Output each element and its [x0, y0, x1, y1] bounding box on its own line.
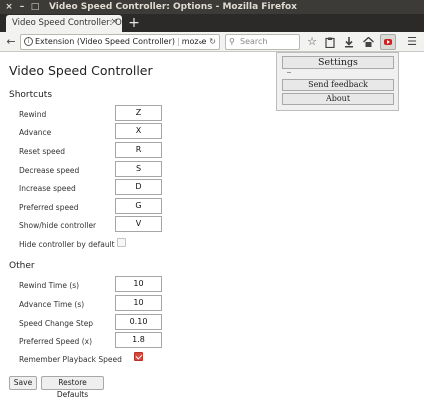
- back-icon[interactable]: ←: [3, 34, 19, 50]
- preferred-speed-input[interactable]: 1.8: [115, 332, 162, 348]
- hide-controller-label: Hide controller by default: [19, 240, 115, 249]
- extension-logo-icon: [384, 39, 392, 45]
- extension-popup: Settings Send feedback About: [276, 52, 399, 111]
- chevron-down-icon[interactable]: ⌄: [197, 35, 204, 49]
- search-placeholder: Search: [240, 37, 268, 46]
- tab-strip: Video Speed Controller: O × +: [0, 14, 424, 32]
- search-icon: ⚲: [229, 37, 235, 46]
- remember-speed-checkbox[interactable]: [134, 352, 143, 361]
- clipboard-icon[interactable]: [322, 34, 338, 50]
- bookmark-star-icon[interactable]: ☆: [304, 34, 320, 50]
- window-maximize-button[interactable]: □: [30, 2, 40, 12]
- home-icon[interactable]: [360, 34, 376, 50]
- shortcut-label-decrease: Decrease speed: [19, 166, 80, 175]
- preferred-speed-label: Preferred Speed (x): [19, 337, 92, 346]
- shortcut-key-decrease[interactable]: S: [115, 161, 162, 177]
- shortcut-key-rewind[interactable]: Z: [115, 105, 162, 121]
- advance-time-input[interactable]: 10: [115, 295, 162, 311]
- shortcut-key-show-hide[interactable]: V: [115, 216, 162, 232]
- download-icon[interactable]: [341, 34, 357, 50]
- window-titlebar: × – □ Video Speed Controller: Options - …: [0, 0, 424, 14]
- shortcut-key-reset[interactable]: R: [115, 142, 162, 158]
- about-button[interactable]: About: [282, 93, 394, 105]
- rewind-time-input[interactable]: 10: [115, 276, 162, 292]
- search-input[interactable]: ⚲ Search: [225, 34, 300, 50]
- url-bar[interactable]: i Extension (Video Speed Controller) | moz-…: [20, 34, 220, 50]
- speed-step-input[interactable]: 0.10: [115, 314, 162, 330]
- other-heading: Other: [9, 261, 35, 271]
- save-button[interactable]: Save: [9, 376, 37, 390]
- shortcut-key-increase[interactable]: D: [115, 179, 162, 195]
- restore-defaults-button[interactable]: Restore Defaults: [41, 376, 104, 399]
- window-close-button[interactable]: ×: [4, 2, 14, 12]
- page-title: Video Speed Controller: [9, 63, 153, 78]
- hamburger-menu-icon[interactable]: ☰: [404, 34, 420, 50]
- navigation-toolbar: ← i Extension (Video Speed Controller) | mo…: [0, 32, 424, 52]
- tab-options[interactable]: Video Speed Controller: O ×: [6, 15, 122, 32]
- shortcut-key-advance[interactable]: X: [115, 123, 162, 139]
- popup-divider: [287, 72, 291, 73]
- send-feedback-button[interactable]: Send feedback: [282, 79, 394, 91]
- hide-controller-checkbox[interactable]: [117, 238, 126, 247]
- shortcut-label-increase: Increase speed: [19, 184, 76, 193]
- advance-time-label: Advance Time (s): [19, 300, 85, 309]
- new-tab-button[interactable]: +: [126, 14, 142, 32]
- speed-step-label: Speed Change Step: [19, 319, 94, 328]
- rewind-time-label: Rewind Time (s): [19, 281, 80, 290]
- window-minimize-button[interactable]: –: [17, 2, 27, 12]
- shortcut-label-preferred: Preferred speed: [19, 203, 79, 212]
- window-title: Video Speed Controller: Options - Mozill…: [49, 2, 297, 12]
- shortcut-label-reset: Reset speed: [19, 147, 65, 156]
- shortcut-label-advance: Advance: [19, 128, 52, 137]
- settings-button[interactable]: Settings: [282, 56, 394, 69]
- shortcut-key-preferred[interactable]: G: [115, 198, 162, 214]
- url-identity: Extension (Video Speed Controller): [35, 37, 175, 46]
- shortcut-label-rewind: Rewind: [19, 110, 47, 119]
- tab-close-icon[interactable]: ×: [110, 17, 118, 27]
- remember-speed-label: Remember Playback Speed: [19, 355, 122, 364]
- reload-icon[interactable]: ↻: [209, 35, 216, 49]
- shortcut-label-show-hide: Show/hide controller: [19, 221, 97, 230]
- shortcuts-heading: Shortcuts: [9, 90, 53, 100]
- info-icon[interactable]: i: [24, 37, 33, 46]
- video-speed-extension-button[interactable]: [380, 34, 396, 50]
- tab-label: Video Speed Controller: O: [12, 18, 122, 28]
